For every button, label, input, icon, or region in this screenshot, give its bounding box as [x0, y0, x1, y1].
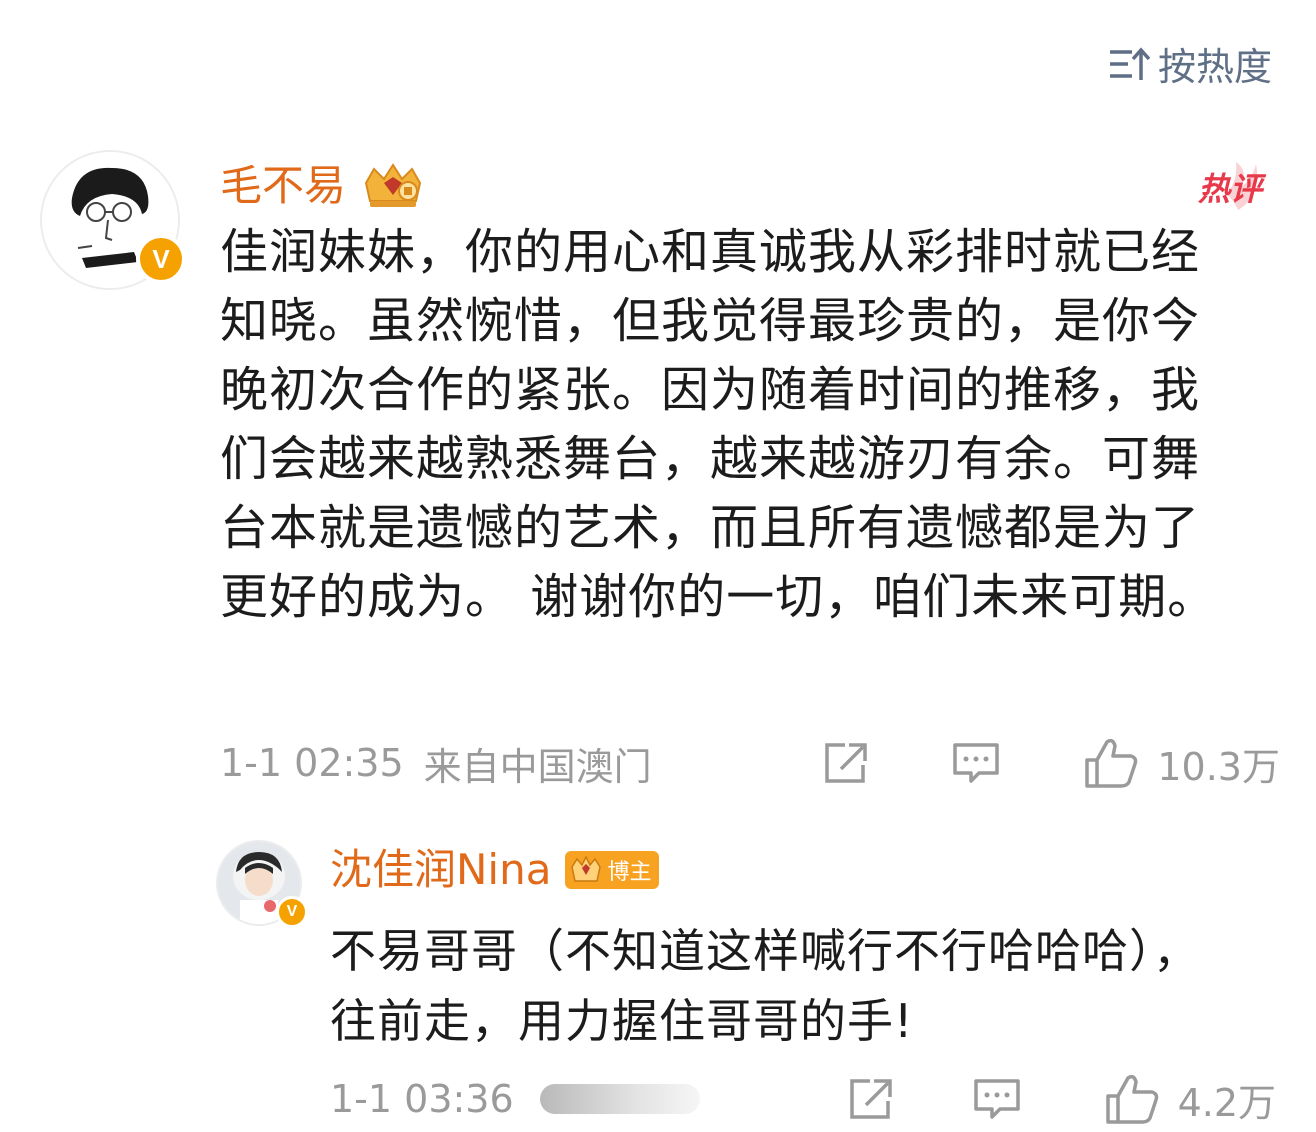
thumbs-up-icon: [1085, 738, 1138, 788]
like-count: 4.2万: [1177, 1080, 1276, 1125]
share-icon: [849, 1079, 892, 1119]
comment-actions: 10.3万: [821, 736, 1280, 790]
comment-icon: [973, 1079, 1020, 1119]
like-button[interactable]: 4.2万: [1104, 1072, 1276, 1127]
crown-icon: [364, 163, 422, 207]
reply-meta: 1-1 03:36 4.2万: [330, 1072, 1276, 1126]
blurred-location: [539, 1084, 700, 1114]
reply-text: 不易哥哥（不知道这样喊行不行哈哈哈），往前走，用力握住哥哥的手!: [330, 924, 1200, 1048]
share-button[interactable]: [846, 1077, 894, 1121]
reply-actions: 4.2万: [846, 1072, 1276, 1126]
blogger-badge-label: 博主: [607, 860, 652, 885]
hot-comment-label: 热评: [1197, 170, 1262, 208]
comment-name-row: 毛不易: [220, 158, 426, 214]
reply-button[interactable]: [972, 1077, 1022, 1121]
comment-username[interactable]: 毛不易: [220, 158, 346, 214]
comment-text: 佳润妹妹，你的用心和真诚我从彩排时就已经知晓。虽然惋惜，但我觉得最珍贵的，是你今…: [220, 224, 1217, 625]
comment-meta: 1-1 02:35 来自中国澳门 10.3万: [220, 736, 1280, 790]
comment-avatar-wrap[interactable]: V: [40, 150, 186, 290]
blogger-badge: 博主: [565, 851, 660, 889]
reply-name-row: 沈佳润Nina 博主: [330, 842, 660, 898]
verified-badge: V: [136, 234, 186, 284]
share-button[interactable]: [821, 741, 869, 785]
crown-icon: [571, 855, 602, 882]
thumbs-up-icon: [1105, 1074, 1158, 1124]
like-button[interactable]: 10.3万: [1083, 736, 1280, 791]
reply-avatar-wrap[interactable]: V: [216, 840, 308, 928]
like-count: 10.3万: [1157, 744, 1280, 789]
sort-by-heat-button[interactable]: 按热度: [1108, 36, 1272, 91]
verified-badge: V: [276, 896, 308, 928]
share-icon: [825, 743, 868, 783]
sort-label: 按热度: [1157, 45, 1272, 89]
comment-location: 来自中国澳门: [423, 744, 652, 789]
comment-icon: [953, 743, 1000, 783]
reply-username[interactable]: 沈佳润Nina: [330, 842, 551, 898]
reply-button[interactable]: [951, 741, 1001, 785]
comment-time: 1-1 02:35: [220, 741, 404, 785]
sort-icon: [1109, 46, 1150, 80]
reply-time: 1-1 03:36: [330, 1077, 514, 1121]
